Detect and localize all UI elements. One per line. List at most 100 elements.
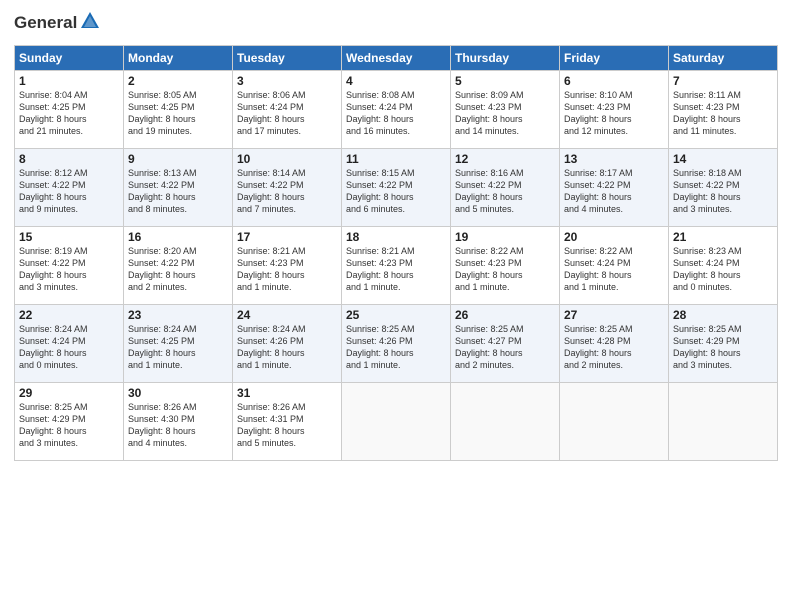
calendar-cell: 22Sunrise: 8:24 AM Sunset: 4:24 PM Dayli…	[15, 304, 124, 382]
week-row-5: 29Sunrise: 8:25 AM Sunset: 4:29 PM Dayli…	[15, 382, 778, 460]
calendar-cell: 28Sunrise: 8:25 AM Sunset: 4:29 PM Dayli…	[669, 304, 778, 382]
calendar-cell	[451, 382, 560, 460]
calendar-cell: 25Sunrise: 8:25 AM Sunset: 4:26 PM Dayli…	[342, 304, 451, 382]
day-number: 27	[564, 308, 664, 322]
calendar-cell: 15Sunrise: 8:19 AM Sunset: 4:22 PM Dayli…	[15, 226, 124, 304]
day-info: Sunrise: 8:21 AM Sunset: 4:23 PM Dayligh…	[237, 245, 337, 294]
weekday-header-friday: Friday	[560, 45, 669, 70]
day-number: 28	[673, 308, 773, 322]
day-number: 3	[237, 74, 337, 88]
day-info: Sunrise: 8:10 AM Sunset: 4:23 PM Dayligh…	[564, 89, 664, 138]
day-info: Sunrise: 8:24 AM Sunset: 4:24 PM Dayligh…	[19, 323, 119, 372]
day-info: Sunrise: 8:24 AM Sunset: 4:25 PM Dayligh…	[128, 323, 228, 372]
day-number: 31	[237, 386, 337, 400]
day-number: 8	[19, 152, 119, 166]
day-info: Sunrise: 8:15 AM Sunset: 4:22 PM Dayligh…	[346, 167, 446, 216]
day-number: 18	[346, 230, 446, 244]
header: General	[14, 10, 778, 37]
calendar-cell	[669, 382, 778, 460]
weekday-header-thursday: Thursday	[451, 45, 560, 70]
day-number: 14	[673, 152, 773, 166]
day-number: 20	[564, 230, 664, 244]
day-number: 17	[237, 230, 337, 244]
logo-icon	[79, 10, 101, 32]
day-number: 10	[237, 152, 337, 166]
calendar-cell: 1Sunrise: 8:04 AM Sunset: 4:25 PM Daylig…	[15, 70, 124, 148]
day-number: 7	[673, 74, 773, 88]
calendar-cell: 16Sunrise: 8:20 AM Sunset: 4:22 PM Dayli…	[124, 226, 233, 304]
day-number: 4	[346, 74, 446, 88]
day-info: Sunrise: 8:24 AM Sunset: 4:26 PM Dayligh…	[237, 323, 337, 372]
weekday-header-tuesday: Tuesday	[233, 45, 342, 70]
calendar-cell: 21Sunrise: 8:23 AM Sunset: 4:24 PM Dayli…	[669, 226, 778, 304]
calendar-cell: 31Sunrise: 8:26 AM Sunset: 4:31 PM Dayli…	[233, 382, 342, 460]
calendar-cell: 20Sunrise: 8:22 AM Sunset: 4:24 PM Dayli…	[560, 226, 669, 304]
calendar-cell: 17Sunrise: 8:21 AM Sunset: 4:23 PM Dayli…	[233, 226, 342, 304]
day-info: Sunrise: 8:22 AM Sunset: 4:23 PM Dayligh…	[455, 245, 555, 294]
page-container: General SundayMondayTuesdayWednesdayThur…	[0, 0, 792, 471]
day-info: Sunrise: 8:25 AM Sunset: 4:26 PM Dayligh…	[346, 323, 446, 372]
week-row-4: 22Sunrise: 8:24 AM Sunset: 4:24 PM Dayli…	[15, 304, 778, 382]
day-info: Sunrise: 8:26 AM Sunset: 4:31 PM Dayligh…	[237, 401, 337, 450]
day-info: Sunrise: 8:22 AM Sunset: 4:24 PM Dayligh…	[564, 245, 664, 294]
day-number: 2	[128, 74, 228, 88]
calendar-cell: 2Sunrise: 8:05 AM Sunset: 4:25 PM Daylig…	[124, 70, 233, 148]
calendar-cell: 11Sunrise: 8:15 AM Sunset: 4:22 PM Dayli…	[342, 148, 451, 226]
calendar-cell: 23Sunrise: 8:24 AM Sunset: 4:25 PM Dayli…	[124, 304, 233, 382]
day-number: 5	[455, 74, 555, 88]
logo-general: General	[14, 10, 101, 37]
calendar-cell: 27Sunrise: 8:25 AM Sunset: 4:28 PM Dayli…	[560, 304, 669, 382]
day-info: Sunrise: 8:05 AM Sunset: 4:25 PM Dayligh…	[128, 89, 228, 138]
day-info: Sunrise: 8:20 AM Sunset: 4:22 PM Dayligh…	[128, 245, 228, 294]
day-info: Sunrise: 8:25 AM Sunset: 4:28 PM Dayligh…	[564, 323, 664, 372]
day-info: Sunrise: 8:25 AM Sunset: 4:27 PM Dayligh…	[455, 323, 555, 372]
day-info: Sunrise: 8:21 AM Sunset: 4:23 PM Dayligh…	[346, 245, 446, 294]
calendar-cell	[342, 382, 451, 460]
day-number: 30	[128, 386, 228, 400]
calendar-cell: 10Sunrise: 8:14 AM Sunset: 4:22 PM Dayli…	[233, 148, 342, 226]
day-number: 19	[455, 230, 555, 244]
day-number: 1	[19, 74, 119, 88]
day-info: Sunrise: 8:04 AM Sunset: 4:25 PM Dayligh…	[19, 89, 119, 138]
day-info: Sunrise: 8:18 AM Sunset: 4:22 PM Dayligh…	[673, 167, 773, 216]
day-info: Sunrise: 8:26 AM Sunset: 4:30 PM Dayligh…	[128, 401, 228, 450]
calendar-cell: 30Sunrise: 8:26 AM Sunset: 4:30 PM Dayli…	[124, 382, 233, 460]
calendar-cell: 24Sunrise: 8:24 AM Sunset: 4:26 PM Dayli…	[233, 304, 342, 382]
calendar-cell: 19Sunrise: 8:22 AM Sunset: 4:23 PM Dayli…	[451, 226, 560, 304]
weekday-header-row: SundayMondayTuesdayWednesdayThursdayFrid…	[15, 45, 778, 70]
day-number: 11	[346, 152, 446, 166]
day-number: 21	[673, 230, 773, 244]
calendar-cell: 13Sunrise: 8:17 AM Sunset: 4:22 PM Dayli…	[560, 148, 669, 226]
day-info: Sunrise: 8:13 AM Sunset: 4:22 PM Dayligh…	[128, 167, 228, 216]
day-number: 22	[19, 308, 119, 322]
day-number: 15	[19, 230, 119, 244]
calendar-cell: 6Sunrise: 8:10 AM Sunset: 4:23 PM Daylig…	[560, 70, 669, 148]
calendar-cell: 12Sunrise: 8:16 AM Sunset: 4:22 PM Dayli…	[451, 148, 560, 226]
day-number: 23	[128, 308, 228, 322]
day-number: 9	[128, 152, 228, 166]
calendar-cell: 4Sunrise: 8:08 AM Sunset: 4:24 PM Daylig…	[342, 70, 451, 148]
day-number: 24	[237, 308, 337, 322]
day-info: Sunrise: 8:12 AM Sunset: 4:22 PM Dayligh…	[19, 167, 119, 216]
weekday-header-monday: Monday	[124, 45, 233, 70]
day-info: Sunrise: 8:09 AM Sunset: 4:23 PM Dayligh…	[455, 89, 555, 138]
calendar-cell: 29Sunrise: 8:25 AM Sunset: 4:29 PM Dayli…	[15, 382, 124, 460]
day-info: Sunrise: 8:11 AM Sunset: 4:23 PM Dayligh…	[673, 89, 773, 138]
day-number: 16	[128, 230, 228, 244]
calendar-cell: 8Sunrise: 8:12 AM Sunset: 4:22 PM Daylig…	[15, 148, 124, 226]
week-row-2: 8Sunrise: 8:12 AM Sunset: 4:22 PM Daylig…	[15, 148, 778, 226]
calendar-cell: 7Sunrise: 8:11 AM Sunset: 4:23 PM Daylig…	[669, 70, 778, 148]
weekday-header-sunday: Sunday	[15, 45, 124, 70]
day-info: Sunrise: 8:08 AM Sunset: 4:24 PM Dayligh…	[346, 89, 446, 138]
day-info: Sunrise: 8:25 AM Sunset: 4:29 PM Dayligh…	[673, 323, 773, 372]
day-info: Sunrise: 8:17 AM Sunset: 4:22 PM Dayligh…	[564, 167, 664, 216]
logo: General	[14, 10, 101, 37]
day-number: 6	[564, 74, 664, 88]
day-number: 26	[455, 308, 555, 322]
calendar-cell: 5Sunrise: 8:09 AM Sunset: 4:23 PM Daylig…	[451, 70, 560, 148]
day-info: Sunrise: 8:16 AM Sunset: 4:22 PM Dayligh…	[455, 167, 555, 216]
day-info: Sunrise: 8:19 AM Sunset: 4:22 PM Dayligh…	[19, 245, 119, 294]
calendar-cell: 26Sunrise: 8:25 AM Sunset: 4:27 PM Dayli…	[451, 304, 560, 382]
day-number: 25	[346, 308, 446, 322]
day-info: Sunrise: 8:14 AM Sunset: 4:22 PM Dayligh…	[237, 167, 337, 216]
